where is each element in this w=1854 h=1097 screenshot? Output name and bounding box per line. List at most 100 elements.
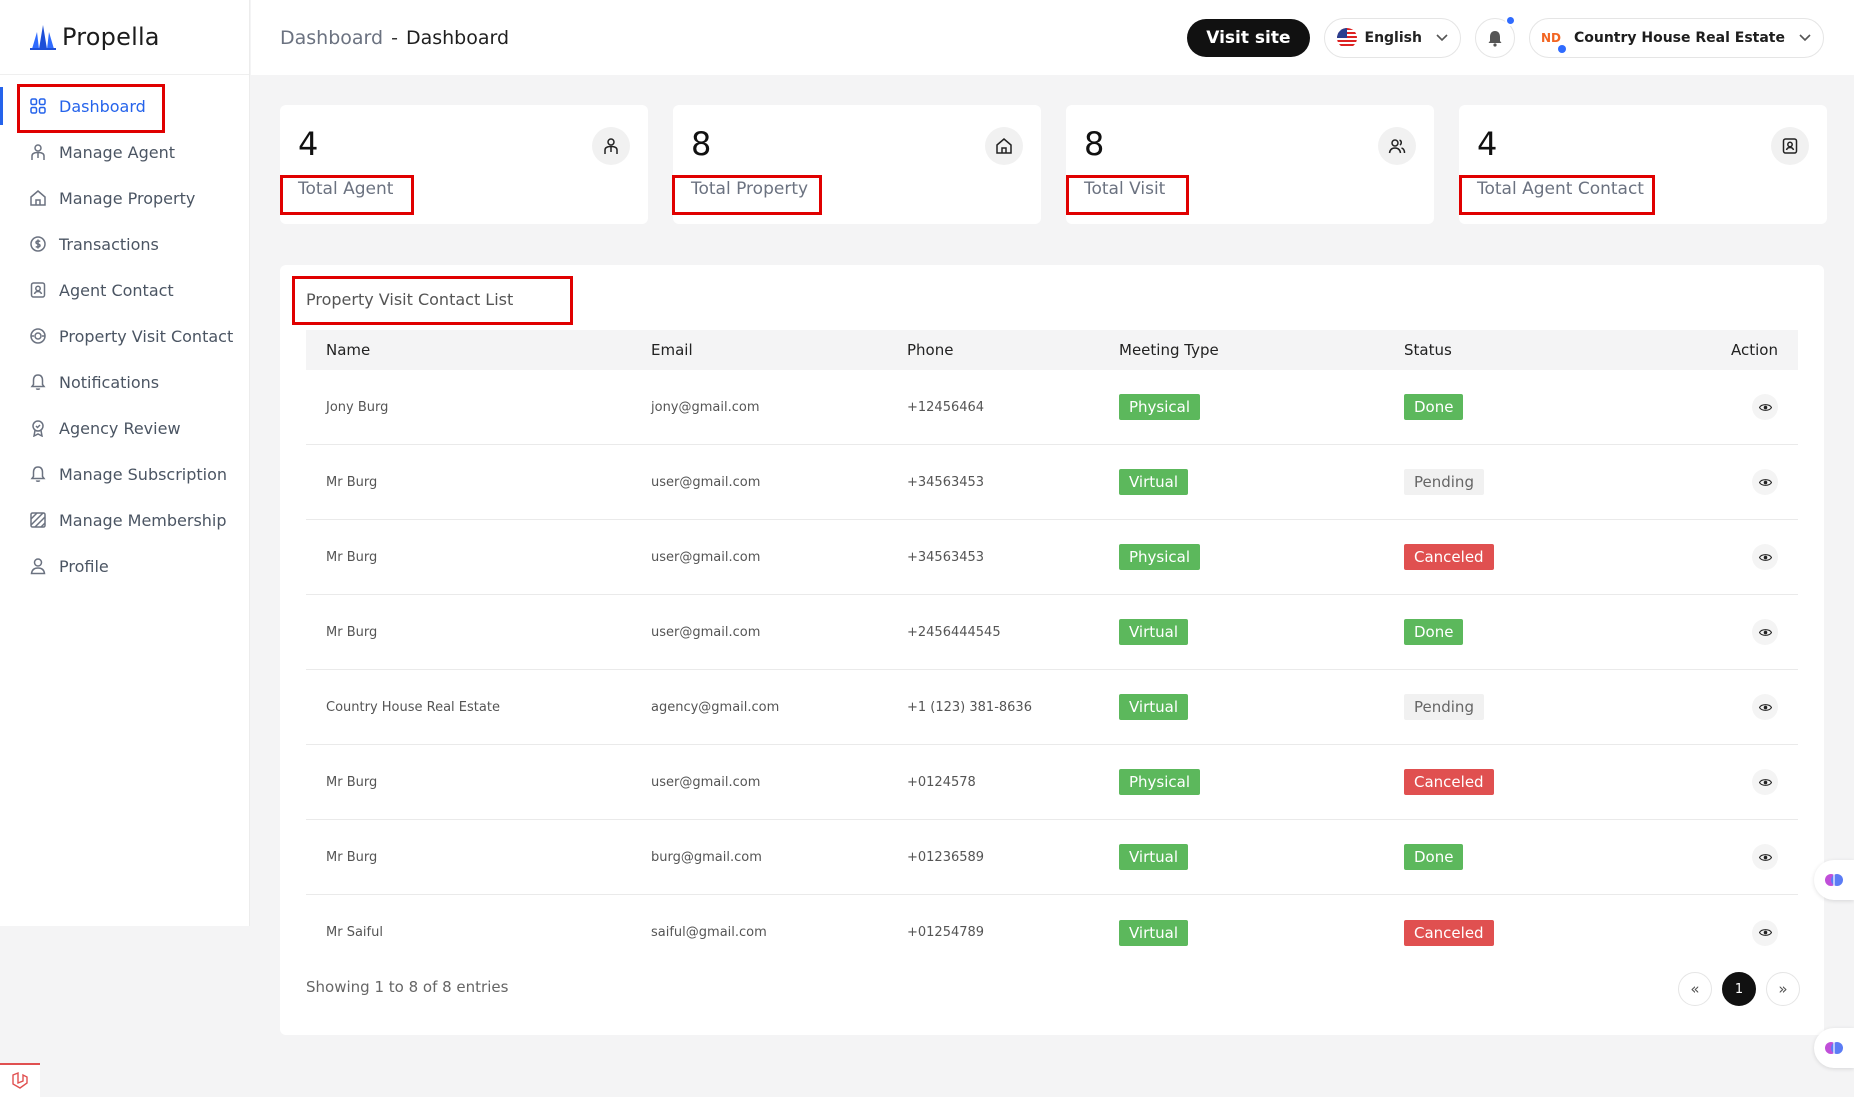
notification-dot (1504, 14, 1516, 26)
sidebar-item-label: Transactions (59, 234, 159, 254)
badge-icon (28, 418, 48, 438)
stat-value: 4 (298, 125, 319, 163)
cell-meeting-type: Virtual (1119, 694, 1404, 720)
debug-bar-button[interactable] (0, 1063, 40, 1097)
agency-logo-text: ND (1540, 30, 1561, 45)
cell-meeting-type: Physical (1119, 769, 1404, 795)
stat-value: 8 (1084, 125, 1105, 163)
stat-card-total-agent[interactable]: 4 Total Agent (280, 105, 648, 224)
next-page-button[interactable]: » (1766, 972, 1800, 1006)
table-row: Mr Burg user@gmail.com +0124578 Physical Can… (306, 745, 1798, 820)
cell-meeting-type: Physical (1119, 394, 1404, 420)
sidebar-item-label: Manage Agent (59, 142, 175, 162)
view-eye-icon[interactable] (1752, 544, 1778, 570)
sidebar-item-profile[interactable]: Profile (0, 543, 249, 589)
agent-icon (592, 127, 630, 165)
meeting-type-badge: Physical (1119, 394, 1201, 420)
propella-logo-icon (28, 22, 58, 52)
sidebar-item-label: Property Visit Contact (59, 326, 234, 346)
cell-meeting-type: Virtual (1119, 919, 1404, 946)
visit-contact-panel: Property Visit Contact List Name Email Pho… (280, 265, 1824, 1035)
cell-email: agency@gmail.com (651, 699, 780, 715)
cell-name: Mr Burg (326, 624, 378, 640)
sidebar: Propella Dashboard Manage Agent Manage Pro… (0, 0, 250, 926)
stat-label: Total Agent (298, 179, 394, 199)
cell-email: user@gmail.com (651, 774, 761, 790)
table-row: Mr Burg user@gmail.com +34563453 Physical Ca… (306, 520, 1798, 595)
stat-card-total-visit[interactable]: 8 Total Visit (1066, 105, 1434, 224)
view-eye-icon[interactable] (1752, 919, 1778, 946)
cell-email: jony@gmail.com (651, 399, 760, 415)
sidebar-item-agent-contact[interactable]: Agent Contact (0, 267, 249, 313)
account-menu[interactable]: ND Country House Real Estate (1528, 17, 1824, 58)
prev-page-button[interactable]: « (1678, 972, 1712, 1006)
stat-label: Total Visit (1084, 179, 1166, 199)
status-badge: Canceled (1404, 544, 1494, 570)
stat-card-total-property[interactable]: 8 Total Property (673, 105, 1041, 224)
sidebar-item-dashboard[interactable]: Dashboard (0, 83, 249, 129)
column-header-status: Status (1404, 341, 1452, 359)
cell-email: user@gmail.com (651, 624, 761, 640)
stat-label: Total Property (691, 179, 809, 199)
cell-meeting-type: Physical (1119, 544, 1404, 570)
status-badge: Canceled (1404, 769, 1494, 795)
cell-name: Mr Burg (326, 549, 378, 565)
table-row: Mr Saiful saiful@gmail.com +01254789 Virtua… (306, 895, 1798, 970)
breadcrumb-parent[interactable]: Dashboard (280, 27, 383, 49)
cell-action (1654, 469, 1798, 495)
cell-status: Canceled (1404, 919, 1654, 946)
sidebar-item-transactions[interactable]: Transactions (0, 221, 249, 267)
home-icon (985, 127, 1023, 165)
meeting-type-badge: Virtual (1119, 919, 1189, 946)
view-eye-icon[interactable] (1752, 844, 1778, 870)
sidebar-item-notifications[interactable]: Notifications (0, 359, 249, 405)
sidebar-item-manage-agent[interactable]: Manage Agent (0, 129, 249, 175)
sidebar-item-property-visit-contact[interactable]: Property Visit Contact (0, 313, 249, 359)
brain-icon (1824, 870, 1844, 890)
cell-phone: +34563453 (907, 549, 985, 565)
cell-phone: +34563453 (907, 474, 985, 490)
view-eye-icon[interactable] (1752, 394, 1778, 420)
cell-email: user@gmail.com (651, 474, 761, 490)
view-eye-icon[interactable] (1752, 469, 1778, 495)
cell-email: user@gmail.com (651, 549, 761, 565)
us-flag-icon (1336, 27, 1357, 48)
user-icon (28, 556, 48, 576)
chevron-down-icon (1799, 33, 1811, 42)
sidebar-item-manage-property[interactable]: Manage Property (0, 175, 249, 221)
language-label: English (1364, 29, 1422, 46)
view-eye-icon[interactable] (1752, 694, 1778, 720)
meeting-type-badge: Physical (1119, 769, 1201, 795)
view-eye-icon[interactable] (1752, 769, 1778, 795)
sidebar-item-agency-review[interactable]: Agency Review (0, 405, 249, 451)
ai-assistant-button-2[interactable] (1814, 1028, 1854, 1068)
language-selector[interactable]: English (1323, 17, 1461, 58)
home-icon (28, 188, 48, 208)
cell-phone: +12456464 (907, 399, 985, 415)
visit-site-button[interactable]: Visit site (1187, 18, 1310, 57)
stat-card-total-agent-contact[interactable]: 4 Total Agent Contact (1459, 105, 1827, 224)
table-row: Mr Burg user@gmail.com +34563453 Virtual Pen… (306, 445, 1798, 520)
page-1-button[interactable]: 1 (1722, 972, 1756, 1006)
breadcrumb-current: Dashboard (405, 26, 510, 49)
cell-action (1654, 619, 1798, 645)
users-icon (1378, 127, 1416, 165)
membership-icon (28, 510, 48, 530)
cell-email: saiful@gmail.com (651, 925, 767, 940)
cell-meeting-type: Virtual (1119, 469, 1404, 495)
view-eye-icon[interactable] (1752, 619, 1778, 645)
status-badge: Done (1404, 619, 1464, 645)
cell-name: Country House Real Estate (326, 699, 500, 715)
ai-assistant-button[interactable] (1814, 860, 1854, 900)
table-row: Country House Real Estate agency@gmail.co… (306, 670, 1798, 745)
brand-logo[interactable]: Propella (0, 0, 249, 75)
notifications-button[interactable] (1474, 14, 1516, 58)
sidebar-item-manage-subscription[interactable]: Manage Subscription (0, 451, 249, 497)
cell-meeting-type: Virtual (1119, 844, 1404, 870)
column-header-email: Email (651, 341, 693, 359)
sidebar-item-manage-membership[interactable]: Manage Membership (0, 497, 249, 543)
cell-action (1654, 919, 1798, 946)
sidebar-item-label: Manage Subscription (59, 464, 228, 484)
sidebar-item-label: Dashboard (59, 96, 146, 116)
table-row: Mr Burg user@gmail.com +2456444545 Virtual D… (306, 595, 1798, 670)
